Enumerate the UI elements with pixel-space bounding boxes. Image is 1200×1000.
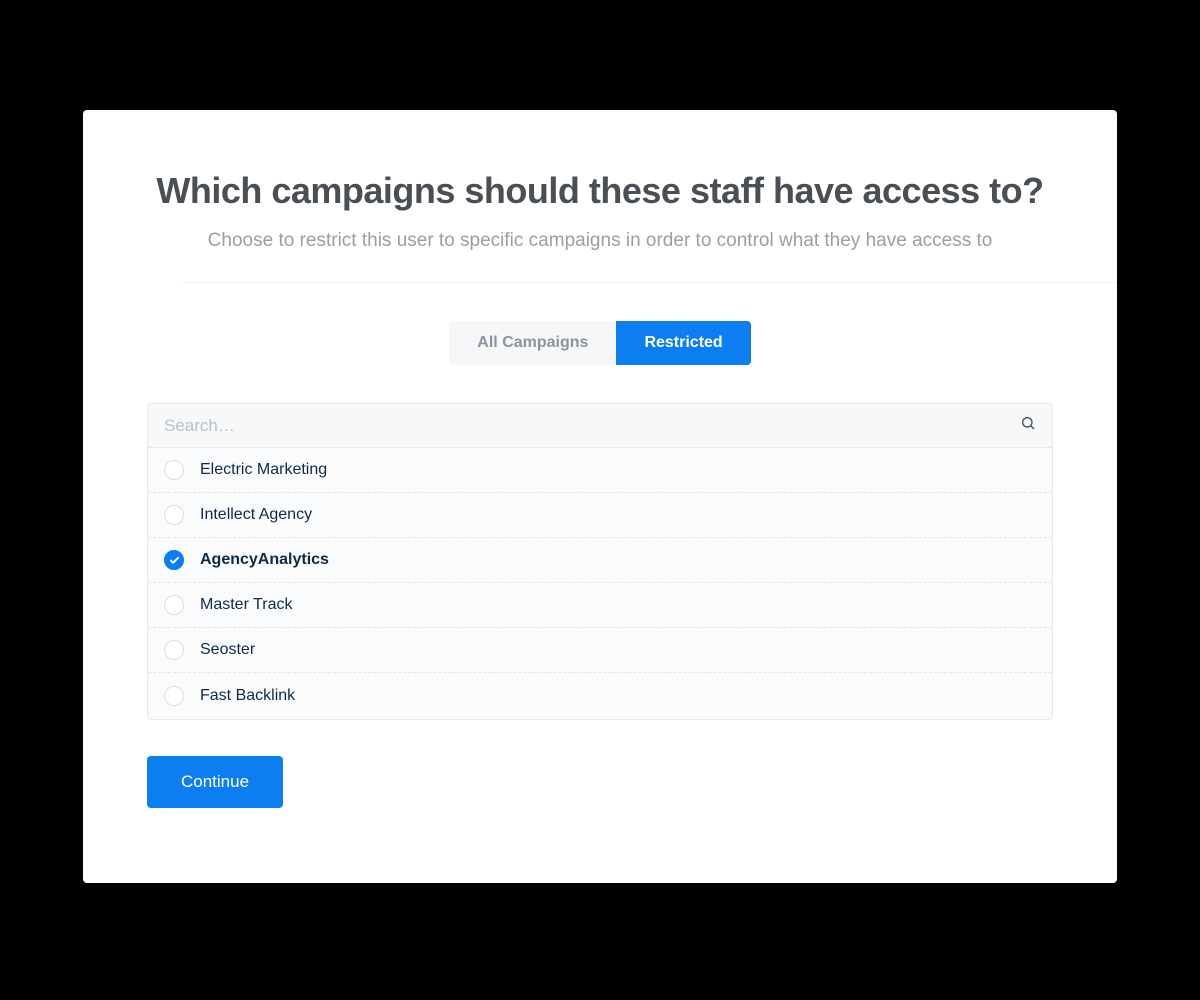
search-input[interactable] [164, 416, 1020, 436]
campaign-label: Seoster [200, 641, 255, 659]
campaign-label: Fast Backlink [200, 687, 295, 705]
campaign-list-container: Electric Marketing Intellect Agency Agency… [147, 403, 1053, 720]
campaign-label: Intellect Agency [200, 506, 312, 524]
campaign-label: AgencyAnalytics [200, 551, 329, 569]
access-toggle-group: All Campaigns Restricted [83, 321, 1117, 365]
search-row [148, 404, 1052, 448]
all-campaigns-toggle[interactable]: All Campaigns [449, 321, 616, 365]
campaign-row[interactable]: Fast Backlink [148, 673, 1052, 718]
checkbox-checked-icon[interactable] [164, 550, 184, 570]
campaign-list[interactable]: Electric Marketing Intellect Agency Agency… [148, 448, 1052, 719]
campaign-row[interactable]: Seoster [148, 628, 1052, 673]
continue-button[interactable]: Continue [147, 756, 283, 808]
checkbox-unchecked-icon[interactable] [164, 640, 184, 660]
checkbox-unchecked-icon[interactable] [164, 505, 184, 525]
page-title: Which campaigns should these staff have … [147, 170, 1053, 212]
checkbox-unchecked-icon[interactable] [164, 595, 184, 615]
restricted-toggle[interactable]: Restricted [616, 321, 750, 365]
checkbox-unchecked-icon[interactable] [164, 460, 184, 480]
campaign-row[interactable]: Master Track [148, 583, 1052, 628]
campaign-row[interactable]: Electric Marketing [148, 448, 1052, 493]
page-subtitle: Choose to restrict this user to specific… [147, 230, 1053, 252]
campaign-row[interactable]: AgencyAnalytics [148, 538, 1052, 583]
campaign-label: Electric Marketing [200, 461, 327, 479]
campaign-row[interactable]: Intellect Agency [148, 493, 1052, 538]
header-divider [183, 282, 1117, 283]
campaign-access-card: Which campaigns should these staff have … [83, 110, 1117, 883]
search-icon[interactable] [1020, 415, 1036, 436]
card-header: Which campaigns should these staff have … [83, 110, 1117, 282]
checkbox-unchecked-icon[interactable] [164, 686, 184, 706]
campaign-label: Master Track [200, 596, 292, 614]
